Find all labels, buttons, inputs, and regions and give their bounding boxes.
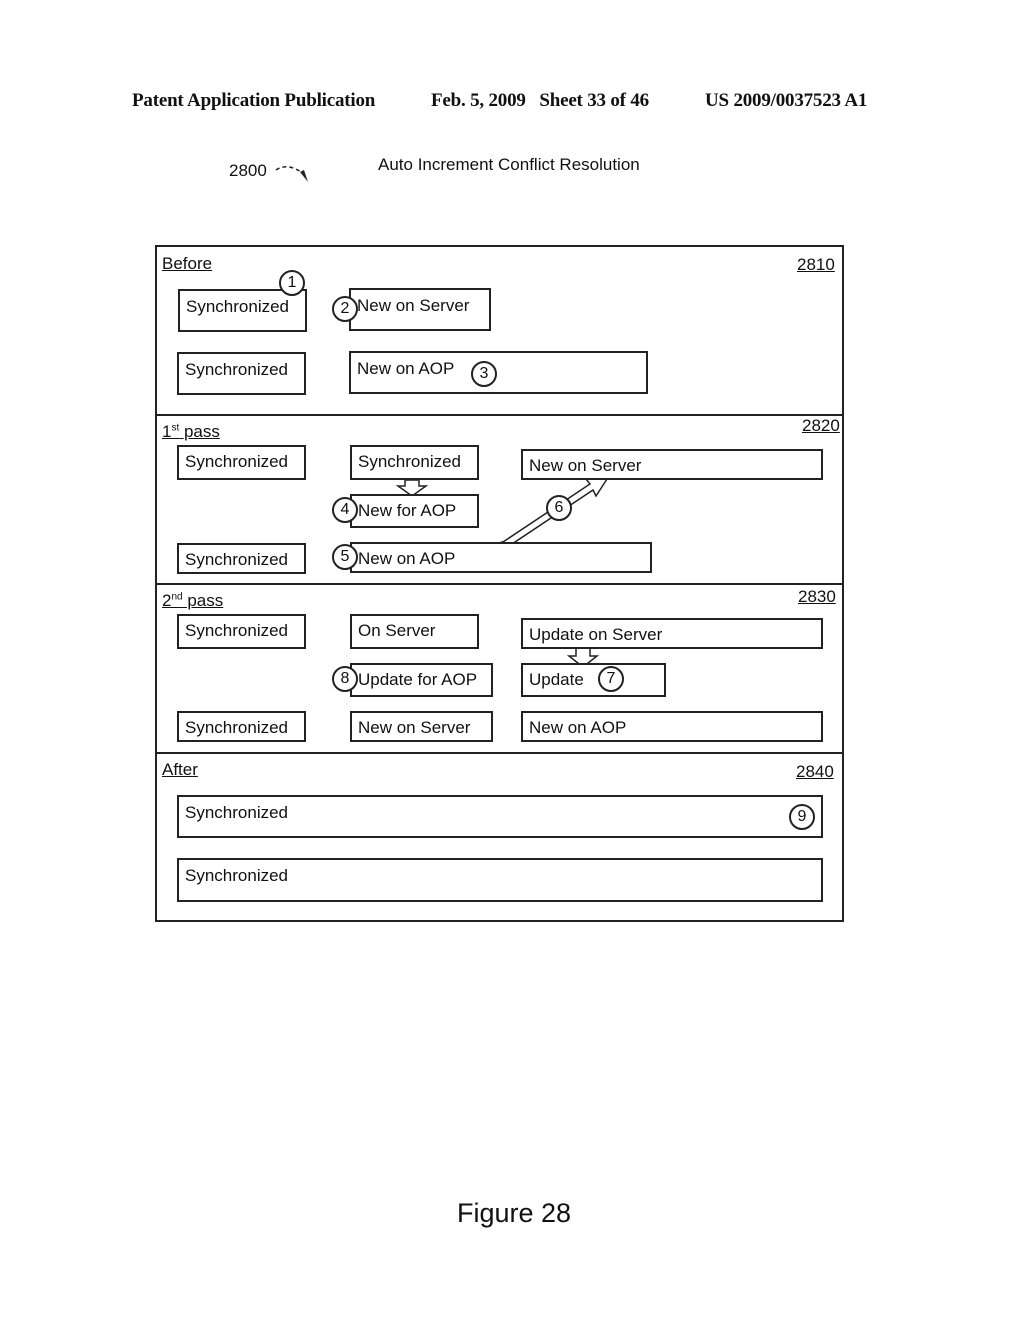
step-marker: 3	[471, 361, 497, 387]
section-ref-2830: 2830	[798, 587, 836, 606]
record-box: New on Server	[349, 288, 491, 331]
section-label-1st-pass: 1st pass	[162, 422, 220, 442]
record-box: New on AOP	[350, 542, 652, 573]
record-box: Synchronized	[350, 445, 479, 480]
step-marker: 6	[546, 495, 572, 521]
step-marker: 2	[332, 296, 358, 322]
section-label-before: Before	[162, 254, 213, 273]
step-marker: 1	[279, 270, 305, 296]
record-box: Synchronized	[177, 711, 306, 742]
section-ref-2840: 2840	[796, 762, 834, 781]
section-ref-2810: 2810	[797, 255, 835, 274]
label-text: pass	[182, 591, 224, 610]
label-sup: nd	[171, 591, 183, 603]
record-box: Update	[521, 663, 666, 697]
record-box: Synchronized	[177, 858, 823, 902]
record-box: On Server	[350, 614, 479, 649]
step-marker: 8	[332, 666, 358, 692]
label-text: pass	[179, 422, 220, 441]
section-label-2nd-pass: 2nd pass	[162, 591, 223, 611]
step-marker: 7	[598, 666, 624, 692]
section-label-after: After	[162, 760, 198, 779]
arrows-layer	[395, 475, 611, 668]
record-box: New on Server	[521, 449, 823, 480]
record-box: Update on Server	[521, 618, 823, 649]
section-ref-2820: 2820	[802, 416, 840, 435]
step-marker: 9	[789, 804, 815, 830]
record-box: New on AOP	[349, 351, 648, 394]
record-box: Synchronized	[177, 614, 306, 649]
record-box: Update for AOP	[350, 663, 493, 697]
record-box: New on Server	[350, 711, 493, 742]
record-box: Synchronized	[177, 795, 823, 838]
record-box: Synchronized	[177, 543, 306, 574]
step-marker: 5	[332, 544, 358, 570]
record-box: Synchronized	[177, 445, 306, 480]
step-marker: 4	[332, 497, 358, 523]
record-box: New for AOP	[350, 494, 479, 528]
record-box: New on AOP	[521, 711, 823, 742]
record-box: Synchronized	[177, 352, 306, 395]
figure-caption: Figure 28	[457, 1198, 572, 1228]
